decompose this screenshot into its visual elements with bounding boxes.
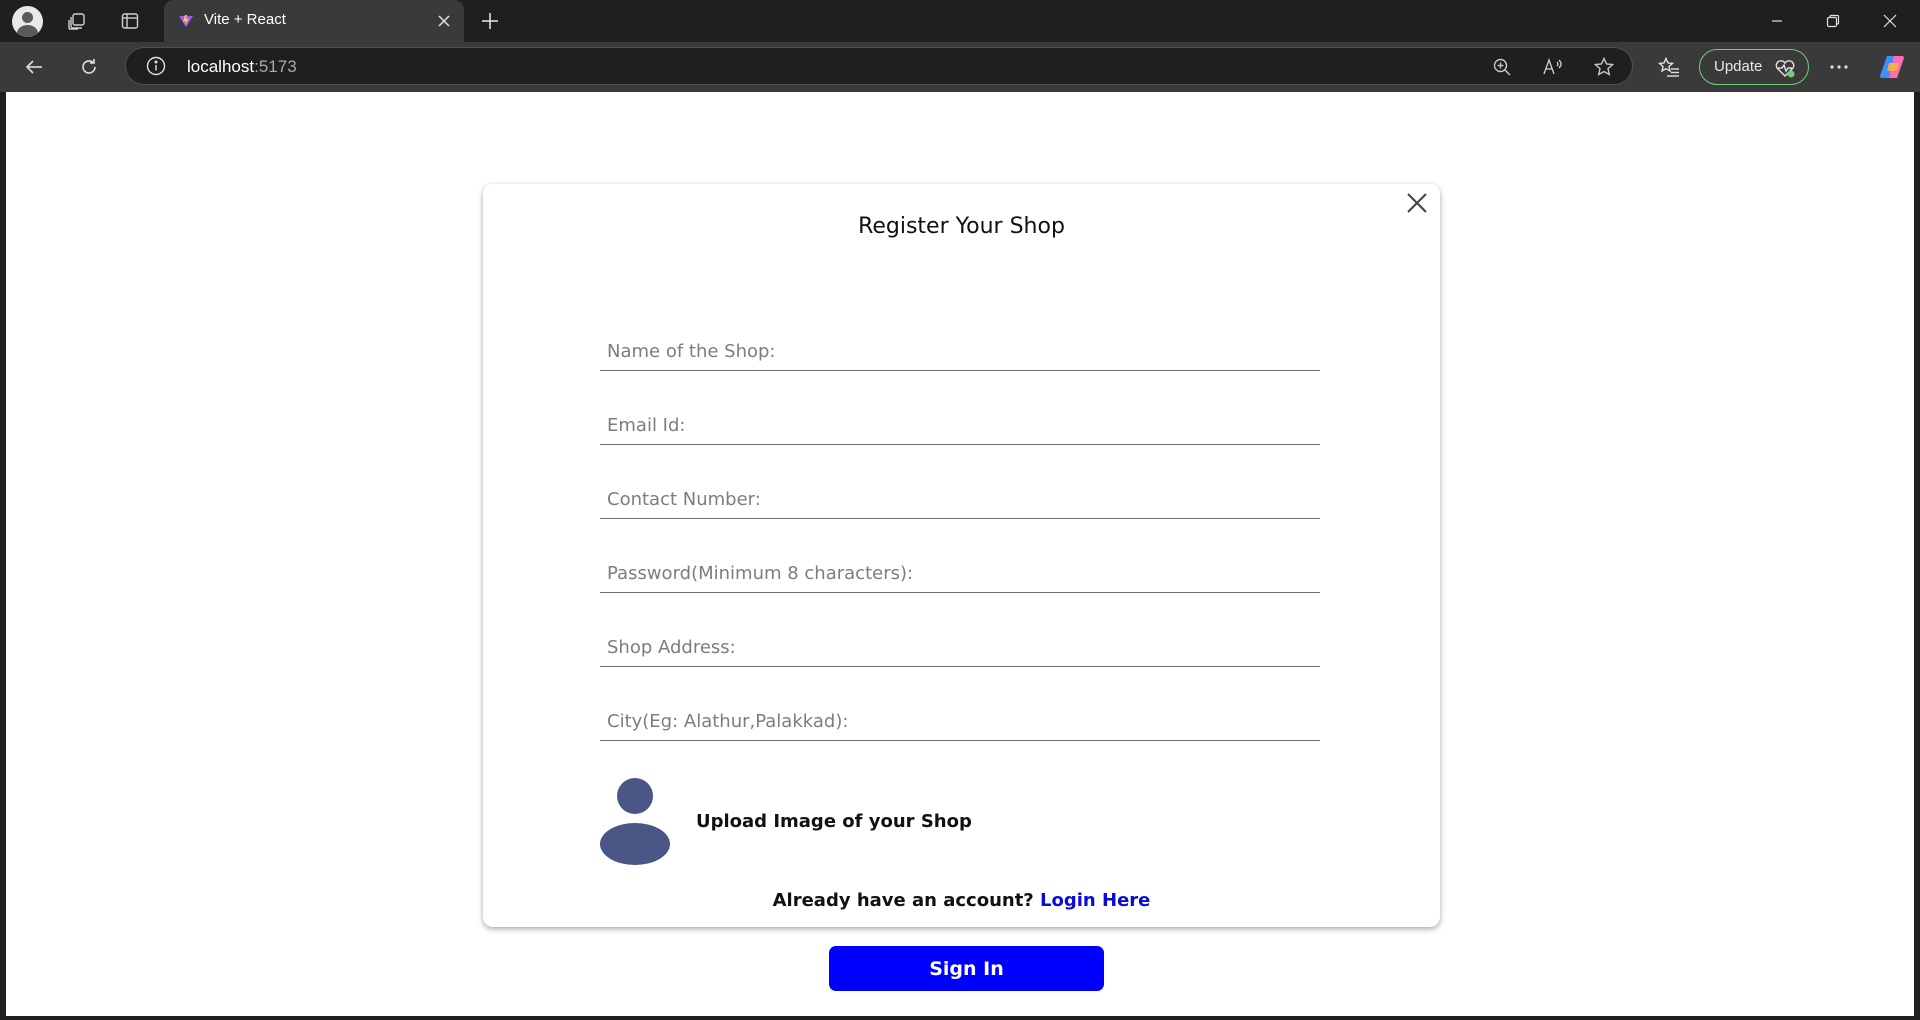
browser-toolbar: localhost:5173 Update (0, 42, 1920, 92)
favorites-list-icon (1658, 57, 1679, 77)
copilot-button[interactable] (1875, 51, 1909, 83)
star-icon (1594, 57, 1614, 76)
update-button[interactable]: Update (1699, 49, 1809, 85)
password-input[interactable] (600, 555, 1320, 593)
upload-label: Upload Image of your Shop (696, 811, 972, 832)
email-input[interactable] (600, 407, 1320, 445)
tab-vite-react[interactable]: Vite + React (164, 0, 464, 42)
new-tab-button[interactable] (470, 5, 510, 37)
profile-button[interactable] (7, 5, 47, 37)
tab-title: Vite + React (204, 11, 286, 28)
more-horizontal-icon (1830, 65, 1848, 69)
info-icon[interactable] (146, 56, 166, 76)
url-text[interactable]: localhost:5173 (187, 57, 297, 77)
read-aloud-icon (1543, 57, 1562, 75)
close-window-button[interactable] (1862, 0, 1918, 42)
login-link[interactable]: Login Here (1040, 890, 1150, 911)
workspaces-icon (68, 13, 85, 30)
favorites-button[interactable] (1652, 51, 1686, 83)
close-icon (1883, 14, 1897, 28)
restore-button[interactable] (1805, 0, 1861, 42)
register-shop-modal: Register Your Shop Upload Image of your … (483, 184, 1440, 991)
account-prompt-text: Already have an account? (772, 890, 1034, 911)
collections-button[interactable] (57, 5, 97, 37)
refresh-button[interactable] (72, 51, 106, 83)
vertical-tabs-button[interactable] (110, 5, 150, 37)
profile-avatar-icon (11, 5, 43, 37)
refresh-icon (82, 59, 96, 74)
user-avatar-icon[interactable] (600, 777, 670, 865)
tab-close-button[interactable] (432, 9, 456, 33)
contact-number-input[interactable] (600, 481, 1320, 519)
plus-icon (482, 13, 498, 29)
zoom-in-icon (1493, 58, 1511, 76)
settings-more-button[interactable] (1822, 51, 1856, 83)
heart-pulse-icon (1775, 60, 1795, 78)
shop-address-input[interactable] (600, 629, 1320, 667)
favorite-button[interactable] (1592, 55, 1616, 79)
shop-name-input[interactable] (600, 333, 1320, 371)
minimize-icon (1772, 20, 1782, 22)
back-arrow-icon (25, 60, 42, 74)
minimize-button[interactable] (1749, 0, 1805, 42)
copilot-icon (1880, 56, 1904, 78)
address-bar[interactable]: localhost:5173 (125, 47, 1633, 85)
city-input[interactable] (600, 703, 1320, 741)
close-icon (438, 15, 450, 27)
tab-actions-icon (121, 13, 139, 29)
close-icon (1407, 193, 1427, 213)
back-button[interactable] (17, 51, 51, 83)
update-label: Update (1714, 58, 1763, 75)
restore-icon (1826, 14, 1840, 28)
read-aloud-button[interactable] (1541, 55, 1565, 79)
sign-in-button[interactable]: Sign In (829, 946, 1104, 991)
vite-logo-icon (179, 15, 193, 27)
form-title: Register Your Shop (858, 214, 1065, 239)
browser-tab-strip: Vite + React (0, 0, 1920, 42)
page-viewport: Register Your Shop Upload Image of your … (6, 92, 1914, 1016)
login-prompt: Already have an account? Login Here (483, 890, 1440, 911)
upload-image-control[interactable]: Upload Image of your Shop (600, 777, 1100, 867)
zoom-button[interactable] (1490, 55, 1514, 79)
